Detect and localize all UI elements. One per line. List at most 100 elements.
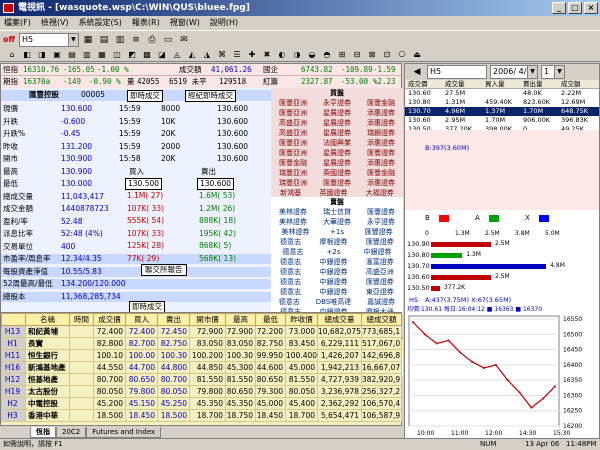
toolbar-tool-icon[interactable]: ▤ [66,49,78,61]
chart-icon[interactable]: ▤ [97,33,111,47]
column-header[interactable]: 最低 [255,313,286,326]
column-header[interactable]: 買入 [125,313,158,326]
close-button[interactable]: × [584,2,598,14]
toolbar-tool-icon[interactable]: ◐ [276,49,288,61]
toolbar-tool-icon[interactable]: ◒ [306,49,318,61]
column-header[interactable]: 名稱 [25,313,70,326]
menu-item[interactable]: 報表(R) [132,16,160,30]
toolbar-tool-icon[interactable]: ✖ [261,49,273,61]
table-row[interactable]: H1 長實 82.800 82.700 82.750 83.050 83.050 82.750… [1,337,402,350]
column-header[interactable] [1,313,26,326]
mail-icon[interactable]: ✉ [177,33,191,47]
news-button[interactable]: 聯交所報告 [141,264,241,276]
column-header[interactable]: 時間 [69,313,94,326]
toolbar-tool-icon[interactable]: ▥ [81,49,93,61]
table-row[interactable]: H16 新鴻基地產 44.550 44.700 44.800 44.850 45.300 44… [1,361,402,374]
toolbar-tool-icon[interactable]: ◫ [111,49,123,61]
menu-item[interactable]: 檔案(F) [4,16,31,30]
trade-tab[interactable]: 即時成交 [127,90,163,102]
toolbar-tool-icon[interactable]: ◓ [321,49,333,61]
grid-icon[interactable]: ▥ [113,33,127,47]
queue-row: 555K( 54) 888K( 18) [119,216,269,226]
toolbar: off H5 ▼ ▦ ▤ ▥ ≡ ⎙ ▭ ✉ [0,30,600,48]
period-combo[interactable]: 1 ▼ [541,65,565,79]
mode-label[interactable]: off [3,35,15,44]
table-row[interactable]: H12 恒基地產 80.700 80.650 80.700 81.550 81.550 80.… [1,373,402,386]
trade-price: 130.600 [217,104,249,113]
toolbar-tool-icon[interactable]: ⎔ [396,49,408,61]
column-header[interactable]: 成交額 [561,80,581,89]
toolbar-tool-icon[interactable]: ☰ [231,49,243,61]
menu-item[interactable]: 檢視(V) [41,16,69,30]
table-row[interactable]: H11 恒生銀行 100.10 100.00 100.30 100.200 100.30 99… [1,349,402,362]
column-header[interactable]: 買入量 [485,80,505,89]
table-cell: 44.800 [157,361,190,374]
printer-icon[interactable]: ⎙ [145,33,159,47]
list-icon[interactable]: ≡ [129,33,143,47]
window-icon[interactable]: ▦ [81,33,95,47]
column-header[interactable]: 賣出量 [523,80,543,89]
exchange-report-button[interactable]: 聯交所報告 [141,264,187,276]
toolbar-tool-icon[interactable]: ◭ [186,49,198,61]
y-tick-label: 16400 [563,362,582,369]
column-header[interactable]: 賣出 [157,313,190,326]
sheet-tab[interactable]: 恆指 [30,426,56,438]
toolbar-tool-icon[interactable]: ✚ [246,49,258,61]
data-point [530,406,533,409]
toolbar-tool-icon[interactable]: ▣ [51,49,63,61]
toolbar-tool-icon[interactable]: ⊞ [336,49,348,61]
toolbar-tool-icon[interactable]: ◬ [171,49,183,61]
back-icon[interactable]: ◀ [410,65,424,79]
table-row[interactable]: 130.70 4.96M 1.37M 1.70M 648.75K [405,107,599,116]
chart-plot-area [408,315,560,427]
toolbar-tool-icon[interactable]: ◨ [36,49,48,61]
toolbar-tool-icon[interactable]: ◩ [126,49,138,61]
sheet-tab[interactable]: 20C2 [56,426,87,438]
chevron-down-icon[interactable]: ▼ [67,33,78,46]
toolbar-tool-icon[interactable]: ◪ [156,49,168,61]
table-cell [69,373,94,386]
column-header[interactable]: 成交價 [93,313,126,326]
date-combo[interactable]: 2006/ 4/12 ▼ [490,65,538,79]
toolbar-tool-icon[interactable]: ⊠ [366,49,378,61]
table-row[interactable]: 130.60 27.5M 48.0K 2.22M [405,89,599,98]
table-row[interactable]: H19 太古股份 80.050 79.800 80.050 79.800 80.650 79.… [1,385,402,398]
toolbar-tool-icon[interactable]: ⊟ [351,49,363,61]
toolbar-tool-icon[interactable]: ⊡ [381,49,393,61]
trade-price: 130.600 [217,116,249,126]
table-row[interactable]: H2 中電控股 45.200 45.150 45.250 45.350 45.350 45.0… [1,397,402,410]
stock-code-combo[interactable]: H5 ▼ [18,32,79,47]
chevron-down-icon[interactable]: ▼ [527,66,537,78]
table-row[interactable]: 130.60 2.95M 1.70M 906.00K 396.83K [405,116,599,125]
column-header[interactable]: 總成交額 [361,313,402,326]
menu-item[interactable]: 視窗(W) [170,16,200,30]
right-code-input[interactable]: H5 [427,65,487,79]
column-header[interactable]: 成交量 [445,80,465,89]
menu-item[interactable]: 說明(H) [210,16,238,30]
sheet-tab[interactable]: Futures and Index [86,426,162,438]
toolbar-tool-icon[interactable]: ⌘ [216,49,228,61]
broker-trade-tab[interactable]: 經紀即時成交 [185,90,236,102]
toolbar-tool-icon[interactable]: ▦ [96,49,108,61]
toolbar-tool-icon[interactable]: ◧ [21,49,33,61]
broker-name: 星展證券 [323,109,351,117]
toolbar-tool-icon[interactable]: ⌂ [6,49,18,61]
chevron-down-icon[interactable]: ▼ [554,66,564,78]
column-header[interactable]: 開市價 [189,313,226,326]
column-header[interactable]: 最高 [225,313,256,326]
toolbar-tool-icon[interactable]: ⏏ [411,49,423,61]
column-header[interactable]: 昨收價 [285,313,318,326]
table-row[interactable]: H13 和記黃埔 72.400 72.400 72.450 72.900 72.900 72.… [1,325,402,338]
folder-icon[interactable]: ▭ [161,33,175,47]
menu-item[interactable]: 系統設定(S) [79,16,122,30]
toolbar-tool-icon[interactable]: ▩ [141,49,153,61]
minimize-button[interactable]: _ [552,2,566,14]
column-header[interactable]: 總成交量 [317,313,362,326]
toolbar-tool-icon[interactable]: ◑ [291,49,303,61]
column-header[interactable]: 成交價 [408,80,428,89]
table-row[interactable]: H3 香港中華 18.500 18.450 18.500 18.700 18.750 18.4… [1,409,402,422]
maximize-button[interactable]: □ [568,2,582,14]
toolbar-tool-icon[interactable]: ◮ [201,49,213,61]
trade-price: 130.600 [217,141,249,151]
table-row[interactable]: 130.80 1.31M 459.40K 823.60K 12.69M [405,98,599,107]
